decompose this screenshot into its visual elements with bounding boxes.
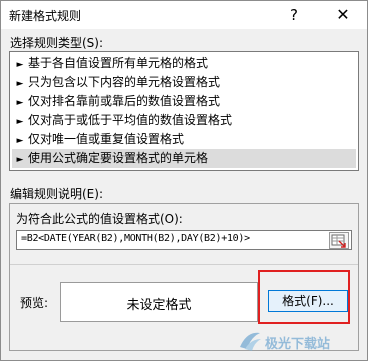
rule-type-item-label: 仅对唯一值或重复值设置格式 <box>28 132 185 146</box>
rule-type-item-label: 基于各自值设置所有单元格的格式 <box>28 56 209 70</box>
rule-type-item-label: 使用公式确定要设置格式的单元格 <box>28 151 209 165</box>
close-button[interactable]: ✕ <box>325 3 361 27</box>
rule-type-item-label: 只为包含以下内容的单元格设置格式 <box>28 75 221 89</box>
title-bar: 新建格式规则 ? ✕ <box>1 1 367 29</box>
formula-value: =B2<DATE(YEAR(B2),MONTH(B2),DAY(B2)+10)> <box>21 233 250 244</box>
rule-type-item-above-below-average[interactable]: ► 仅对高于或低于平均值的数值设置格式 <box>12 111 356 130</box>
rule-type-item-label: 仅对排名靠前或靠后的数值设置格式 <box>28 94 221 108</box>
rule-type-item-contains[interactable]: ► 只为包含以下内容的单元格设置格式 <box>12 73 356 92</box>
preview-box: 未设定格式 <box>60 282 258 322</box>
formula-input[interactable]: =B2<DATE(YEAR(B2),MONTH(B2),DAY(B2)+10)> <box>16 230 352 250</box>
rule-type-item-each-value[interactable]: ► 基于各自值设置所有单元格的格式 <box>12 54 356 73</box>
window-title: 新建格式规则 <box>9 9 82 23</box>
triangle-right-icon: ► <box>16 155 24 165</box>
rule-type-list[interactable]: ► 基于各自值设置所有单元格的格式 ► 只为包含以下内容的单元格设置格式 ► 仅对排名… <box>9 51 359 171</box>
aurora-logo-icon <box>240 332 261 351</box>
divider <box>10 264 358 265</box>
preview-text: 未设定格式 <box>126 298 192 313</box>
rule-type-item-label: 仅对高于或低于平均值的数值设置格式 <box>28 113 233 127</box>
help-button[interactable]: ? <box>281 3 307 27</box>
rule-type-label: 选择规则类型(S): <box>10 36 104 50</box>
rule-type-item-top-bottom[interactable]: ► 仅对排名靠前或靠后的数值设置格式 <box>12 92 356 111</box>
rule-type-item-use-formula[interactable]: ► 使用公式确定要设置格式的单元格 <box>12 149 356 168</box>
preview-label: 预览: <box>20 296 49 310</box>
watermark: 极光下载站 <box>237 319 363 357</box>
format-button[interactable]: 格式(F)... <box>268 290 348 312</box>
new-format-rule-dialog: 新建格式规则 ? ✕ 选择规则类型(S): ► 基于各自值设置所有单元格的格式 ►… <box>0 0 368 361</box>
watermark-text: 极光下载站 <box>265 337 331 352</box>
edit-rule-label: 编辑规则说明(E): <box>10 187 103 201</box>
range-select-button[interactable] <box>329 232 349 249</box>
rule-type-item-unique-duplicate[interactable]: ► 仅对唯一值或重复值设置格式 <box>12 130 356 149</box>
range-select-icon <box>331 234 346 248</box>
formula-label: 为符合此公式的值设置格式(O): <box>16 212 183 226</box>
